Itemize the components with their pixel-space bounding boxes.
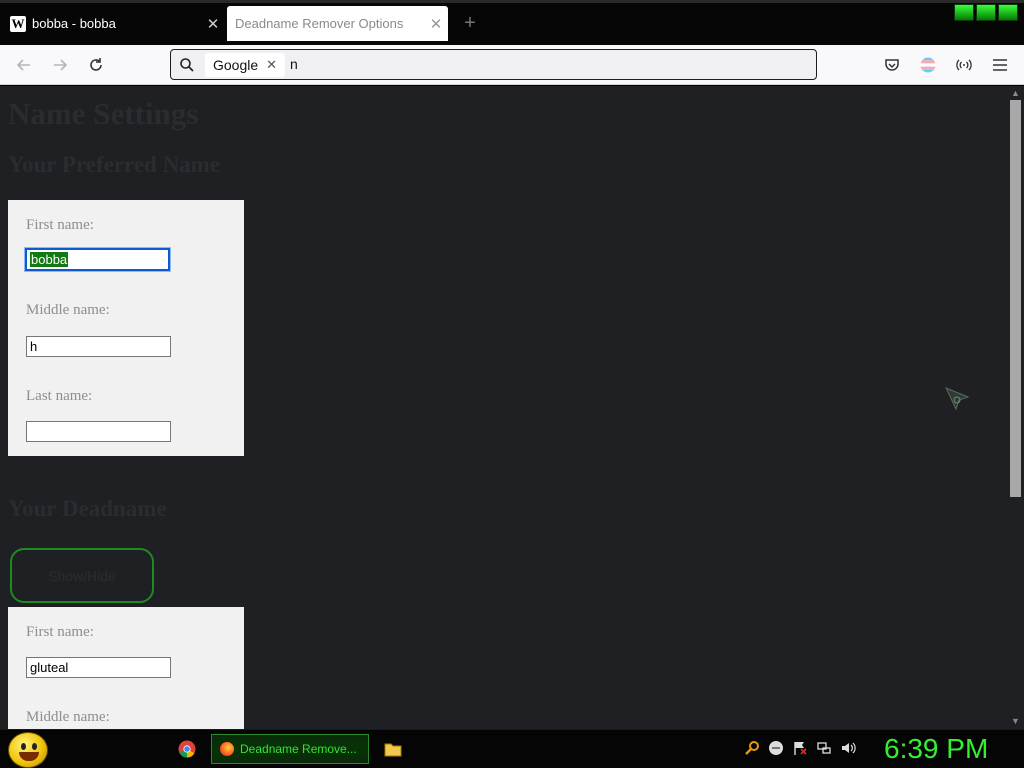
smiley-eye (32, 743, 37, 750)
extension-button-2[interactable] (952, 53, 976, 77)
system-tray (744, 740, 856, 756)
taskbar-clock[interactable]: 6:39 PM (884, 733, 988, 765)
tab-title: bobba - bobba (32, 16, 116, 31)
minimize-button[interactable] (954, 4, 974, 21)
preferred-middle-name-input[interactable] (26, 336, 171, 357)
network-icon[interactable] (816, 740, 832, 756)
close-tab-icon[interactable]: ✕ (424, 15, 448, 33)
deadname-card: First name: Middle name: (8, 607, 244, 729)
taskbar-firefox-task[interactable]: Deadname Remove... (211, 734, 369, 764)
volume-icon[interactable] (840, 740, 856, 756)
clear-engine-icon[interactable]: ✕ (266, 57, 277, 73)
search-engine-chip[interactable]: Google ✕ (205, 53, 286, 77)
scroll-thumb[interactable] (1010, 100, 1021, 497)
folder-icon[interactable] (384, 740, 402, 758)
page-scrollbar[interactable]: ▲ ▼ (1007, 86, 1024, 729)
preferred-first-name-input[interactable]: bobba (25, 248, 170, 271)
search-icon (180, 58, 194, 72)
preferred-name-heading: Your Preferred Name (8, 152, 221, 177)
menu-button[interactable] (988, 53, 1012, 77)
search-tray-icon[interactable] (744, 740, 760, 756)
preferred-last-name-input[interactable] (26, 421, 171, 442)
wikipedia-icon: W (10, 15, 26, 32)
search-engine-label: Google (213, 57, 259, 73)
selected-input-text: bobba (30, 252, 69, 267)
smiley-eye (21, 743, 26, 750)
hamburger-menu-icon (993, 59, 1007, 71)
tab-title: Deadname Remover Options (235, 16, 404, 31)
forward-button[interactable] (48, 53, 72, 77)
close-window-button[interactable] (998, 4, 1018, 21)
preferred-last-name-label: Last name: (26, 388, 93, 404)
trans-flag-extension-icon (920, 57, 936, 73)
page-title: Name Settings (8, 96, 199, 131)
taskbar: Deadname Remove... 6:39 PM (0, 729, 1024, 768)
show-hide-button[interactable]: Show/Hide (10, 548, 154, 603)
extension-button[interactable] (916, 53, 940, 77)
close-tab-icon[interactable]: ✕ (201, 15, 225, 33)
deadname-first-name-label: First name: (26, 624, 94, 640)
start-button[interactable] (8, 732, 48, 768)
deadname-heading: Your Deadname (8, 496, 167, 521)
mouse-cursor-icon (944, 387, 970, 411)
navigation-bar: Google ✕ n (0, 45, 1024, 85)
messenger-icon[interactable] (768, 740, 784, 756)
deadname-first-name-input[interactable] (26, 657, 171, 678)
reload-button[interactable] (84, 53, 108, 77)
maximize-button[interactable] (976, 4, 996, 21)
preferred-first-name-wrap: bobba (8, 248, 244, 273)
options-page: Name Settings Your Preferred Name First … (0, 86, 1007, 729)
address-input-text[interactable]: n (290, 56, 298, 72)
preferred-first-name-label: First name: (26, 217, 94, 233)
pocket-icon (885, 59, 899, 71)
scroll-down-icon[interactable]: ▼ (1010, 716, 1021, 726)
preferred-name-card: First name: bobba Middle name: Last name… (8, 200, 244, 456)
chrome-icon[interactable] (178, 740, 196, 758)
tab-strip: W bobba - bobba ✕ Deadname Remover Optio… (0, 0, 1024, 45)
action-center-flag-icon[interactable] (792, 740, 808, 756)
deadname-middle-name-label: Middle name: (26, 709, 110, 725)
tab-deadname-remover-options[interactable]: Deadname Remover Options ✕ (227, 6, 448, 41)
preferred-middle-name-label: Middle name: (26, 302, 110, 318)
firefox-icon (220, 742, 234, 756)
back-button[interactable] (12, 53, 36, 77)
window-controls (954, 4, 1018, 21)
smiley-mouth (19, 752, 39, 761)
taskbar-task-label: Deadname Remove... (240, 742, 357, 756)
screen: W bobba - bobba ✕ Deadname Remover Optio… (0, 0, 1024, 768)
reload-icon (90, 58, 102, 71)
forward-arrow-icon (54, 59, 68, 71)
scroll-up-icon[interactable]: ▲ (1010, 88, 1021, 98)
back-arrow-icon (16, 59, 30, 71)
broadcast-icon (956, 59, 972, 71)
tab-bobba[interactable]: W bobba - bobba ✕ (0, 6, 225, 41)
pocket-button[interactable] (880, 53, 904, 77)
new-tab-button[interactable]: + (458, 11, 482, 37)
address-bar[interactable]: Google ✕ n (170, 49, 817, 80)
